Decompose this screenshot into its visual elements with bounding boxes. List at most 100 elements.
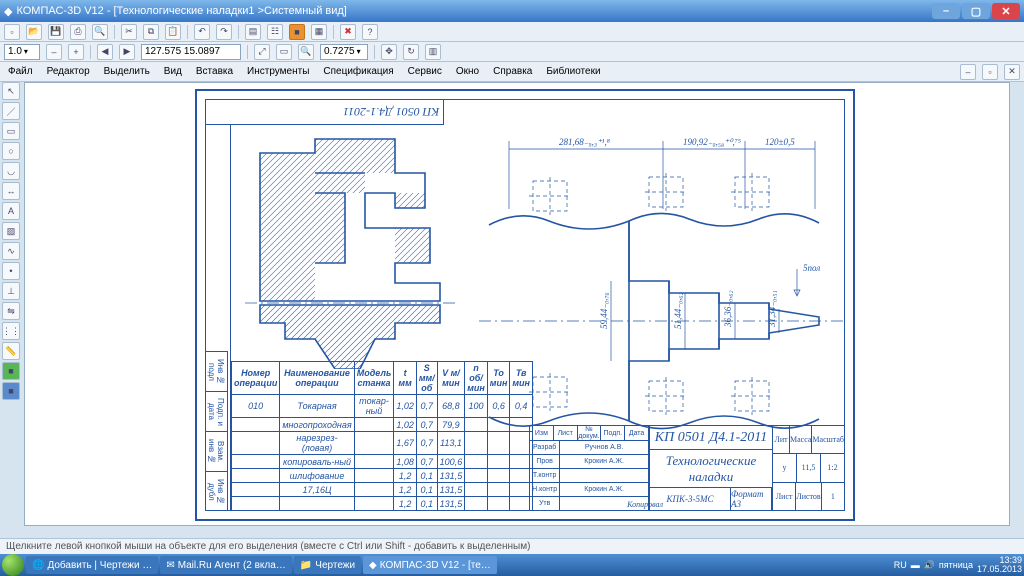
svg-text:59,44₋₀,₇₆: 59,44₋₀,₇₆ — [599, 292, 609, 329]
dim-icon[interactable]: ↔ — [2, 182, 20, 200]
zoom-plus-icon[interactable]: + — [68, 44, 84, 60]
task-item-2[interactable]: 📁Чертежи — [294, 556, 361, 574]
zwin-icon[interactable]: ▭ — [276, 44, 292, 60]
tray-flag-icon[interactable]: ▬ — [911, 560, 920, 570]
section-view — [245, 133, 455, 369]
blue-icon[interactable]: ■ — [2, 382, 20, 400]
tray-date: 17.05.2013 — [977, 565, 1022, 574]
undo-icon[interactable]: ↶ — [194, 24, 210, 40]
new-icon[interactable]: ▫ — [4, 24, 20, 40]
views-icon[interactable]: ▥ — [425, 44, 441, 60]
menu-spec[interactable]: Спецификация — [319, 66, 397, 77]
main-menubar: Файл Редактор Выделить Вид Вставка Инстр… — [0, 62, 1024, 82]
top-doc-strip: КП 0501 Д4.1-2011 — [205, 99, 444, 125]
nav-right-icon[interactable]: ▶ — [119, 44, 135, 60]
mdi-max-icon[interactable]: ▫ — [982, 64, 998, 80]
trim-icon[interactable]: ⊥ — [2, 282, 20, 300]
copied-label: Копировал — [627, 500, 663, 509]
zoom-field[interactable]: 0.7275 — [320, 44, 368, 60]
left-stamp-boxes: Инв № подлПодп. и датаВзам. инв №Инв № д… — [205, 351, 231, 511]
circle-icon[interactable]: ○ — [2, 142, 20, 160]
status-bar: Щелкните левой кнопкой мыши на объекте д… — [0, 538, 1024, 554]
task-item-0[interactable]: 🌐Добавить | Чертежи … — [26, 556, 158, 574]
paste-icon[interactable]: 📋 — [165, 24, 181, 40]
open-icon[interactable]: 📂 — [26, 24, 42, 40]
arc-icon[interactable]: ◡ — [2, 162, 20, 180]
svg-text:120±0,5: 120±0,5 — [765, 137, 795, 147]
grid-icon[interactable]: ▦ — [311, 24, 327, 40]
status-text: Щелкните левой кнопкой мыши на объекте д… — [6, 541, 530, 552]
scale-field[interactable]: 1.0 — [4, 44, 40, 60]
layers-icon[interactable]: ▤ — [245, 24, 261, 40]
menu-tools[interactable]: Инструменты — [243, 66, 313, 77]
shaft-view: 281,68₋₉,₃⁺¹,⁸ 190,92₋₀,₅₈⁺⁰,⁷⁵ 120±0,5 — [479, 121, 845, 433]
point-icon[interactable]: • — [2, 262, 20, 280]
mirror-icon[interactable]: ⇋ — [2, 302, 20, 320]
window-close-button[interactable]: ✕ — [992, 3, 1020, 19]
windows-taskbar: 🌐Добавить | Чертежи … ✉Mail.Ru Агент (2 … — [0, 554, 1024, 576]
app-icon: ◆ — [4, 5, 12, 18]
window-title: КОМПАС-3D V12 - [Технологические наладки… — [16, 5, 346, 17]
help-icon[interactable]: ? — [362, 24, 378, 40]
array-icon[interactable]: ⋮⋮ — [2, 322, 20, 340]
preview-icon[interactable]: 🔍 — [92, 24, 108, 40]
nav-left-icon[interactable]: ◀ — [97, 44, 113, 60]
zfit-icon[interactable]: ⤢ — [254, 44, 270, 60]
props-icon[interactable]: ☷ — [267, 24, 283, 40]
menu-window[interactable]: Окно — [452, 66, 483, 77]
doc-code: КП 0501 Д4.1-2011 — [650, 426, 772, 450]
doc-title: Технологические наладки — [650, 450, 772, 488]
cut-icon[interactable]: ✂ — [121, 24, 137, 40]
orange-icon[interactable]: ■ — [289, 24, 305, 40]
toolbar-view: 1.0 – + ◀ ▶ 127.575 15.0897 ⤢ ▭ 🔍 0.7275… — [0, 42, 1024, 62]
task-item-3[interactable]: ◆КОМПАС-3D V12 - [те… — [363, 556, 497, 574]
drawing-canvas[interactable]: КП 0501 Д4.1-2011 Инв № подлПодп. и дата… — [24, 82, 1010, 526]
menu-edit[interactable]: Редактор — [43, 66, 94, 77]
tray-lang-icon[interactable]: RU — [894, 560, 907, 570]
menu-help[interactable]: Справка — [489, 66, 536, 77]
hatch-icon[interactable]: ▨ — [2, 222, 20, 240]
pan-icon[interactable]: ✥ — [381, 44, 397, 60]
save-icon[interactable]: 💾 — [48, 24, 64, 40]
stop-icon[interactable]: ✖ — [340, 24, 356, 40]
rect-icon[interactable]: ▭ — [2, 122, 20, 140]
mdi-min-icon[interactable]: – — [960, 64, 976, 80]
operations-table: Номер операцииНаименование операцииМодел… — [231, 361, 533, 511]
zoom-minus-icon[interactable]: – — [46, 44, 62, 60]
mdi-close-icon[interactable]: ✕ — [1004, 64, 1020, 80]
svg-text:281,68₋₉,₃⁺¹,⁸: 281,68₋₉,₃⁺¹,⁸ — [559, 137, 610, 147]
menu-select[interactable]: Выделить — [100, 66, 154, 77]
pointer-icon[interactable]: ↖ — [2, 82, 20, 100]
zoomin-icon[interactable]: 🔍 — [298, 44, 314, 60]
line-icon[interactable]: ／ — [2, 102, 20, 120]
copy-icon[interactable]: ⧉ — [143, 24, 159, 40]
svg-text:5пол: 5пол — [803, 263, 820, 273]
tray-day: пятница — [939, 561, 973, 570]
tray-vol-icon[interactable]: 🔊 — [924, 560, 935, 571]
window-maximize-button[interactable]: ▢ — [962, 3, 990, 19]
menu-view[interactable]: Вид — [160, 66, 186, 77]
menu-file[interactable]: Файл — [4, 66, 37, 77]
text-icon[interactable]: A — [2, 202, 20, 220]
toolbar-file: ▫ 📂 💾 ⎙ 🔍 ✂ ⧉ 📋 ↶ ↷ ▤ ☷ ■ ▦ ✖ ? — [0, 22, 1024, 42]
start-button[interactable] — [2, 554, 24, 576]
drawing-sheet: КП 0501 Д4.1-2011 Инв № подлПодп. и дата… — [195, 89, 855, 521]
redo-icon[interactable]: ↷ — [216, 24, 232, 40]
window-titlebar: ◆ КОМПАС-3D V12 - [Технологические наладк… — [0, 0, 1024, 22]
system-tray[interactable]: RU ▬ 🔊 пятница 13:39 17.05.2013 — [894, 556, 1022, 574]
menu-service[interactable]: Сервис — [404, 66, 446, 77]
window-minimize-button[interactable]: – — [932, 3, 960, 19]
green-icon[interactable]: ■ — [2, 362, 20, 380]
redraw-icon[interactable]: ↻ — [403, 44, 419, 60]
menu-libs[interactable]: Библиотеки — [542, 66, 604, 77]
measure-icon[interactable]: 📏 — [2, 342, 20, 360]
format-label: Формат A3 — [731, 488, 772, 510]
print-icon[interactable]: ⎙ — [70, 24, 86, 40]
coords-field[interactable]: 127.575 15.0897 — [141, 44, 241, 60]
task-item-1[interactable]: ✉Mail.Ru Агент (2 вкла… — [160, 556, 291, 574]
spline-icon[interactable]: ∿ — [2, 242, 20, 260]
svg-text:190,92₋₀,₅₈⁺⁰,⁷⁵: 190,92₋₀,₅₈⁺⁰,⁷⁵ — [683, 137, 741, 147]
svg-text:51,44₋₀,₆₂: 51,44₋₀,₆₂ — [673, 292, 683, 329]
svg-text:31,34₋₀,₅₁: 31,34₋₀,₅₁ — [767, 290, 777, 328]
menu-insert[interactable]: Вставка — [192, 66, 237, 77]
